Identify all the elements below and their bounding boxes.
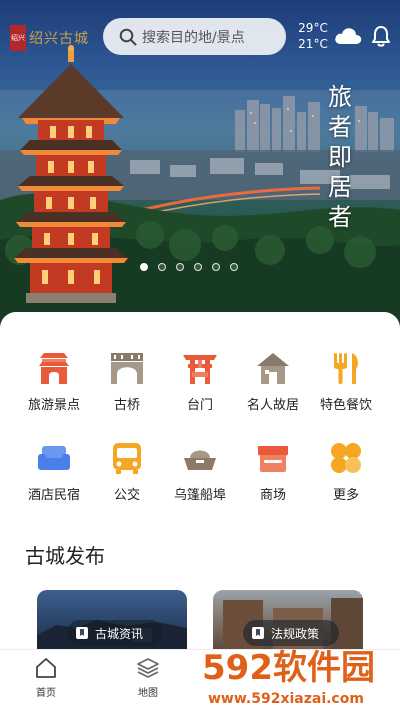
category-label: 古桥: [113, 398, 140, 413]
bookmark-icon: [76, 627, 88, 639]
search-bar[interactable]: 搜索目的地/景点: [103, 18, 286, 55]
carousel-dot[interactable]: [194, 263, 202, 271]
category-label: 旅游景点: [27, 398, 80, 413]
category-more[interactable]: 更多: [306, 440, 386, 510]
category-scenic-spots[interactable]: 旅游景点: [14, 350, 94, 420]
category-gates[interactable]: 台门: [160, 350, 240, 420]
news-badge: 古城资讯: [67, 620, 163, 646]
torii-gate-icon: [183, 355, 217, 384]
watermark-url: www.592xiazai.com: [208, 691, 364, 707]
bridge-icon: [111, 353, 143, 384]
site-watermark: 592软件园 www.592xiazai.com: [202, 648, 375, 707]
search-placeholder: 搜索目的地/景点: [142, 29, 245, 46]
logo-seal: 绍兴: [10, 25, 26, 51]
category-boat-pier[interactable]: 乌篷船埠: [160, 440, 240, 510]
weather-widget: 29°C 21°C: [293, 20, 333, 52]
search-icon: [119, 28, 137, 45]
category-bus[interactable]: 公交: [87, 440, 167, 510]
tagline-char: 居: [328, 173, 352, 201]
hero-tagline: 旅 者 即 居 者: [325, 82, 355, 232]
category-label: 商场: [259, 488, 286, 503]
category-hotels[interactable]: 酒店民宿: [14, 440, 94, 510]
category-label: 特色餐饮: [319, 398, 372, 413]
section-title: 古城发布: [25, 544, 105, 568]
more-icon: [331, 443, 361, 473]
tagline-char: 者: [328, 203, 352, 231]
category-label: 台门: [186, 398, 213, 413]
category-former-residences[interactable]: 名人故居: [233, 350, 313, 420]
category-mall[interactable]: 商场: [233, 440, 313, 510]
news-card-label: 古城资讯: [95, 626, 144, 641]
news-card-city-info[interactable]: 古城资讯: [37, 590, 187, 650]
tagline-char: 者: [328, 113, 352, 141]
nav-tab-map[interactable]: 地图: [118, 656, 178, 699]
tagline-char: 旅: [328, 83, 352, 111]
temperature-high: 29°C: [298, 21, 328, 35]
nav-label: 地图: [138, 688, 158, 699]
temperature-low: 21°C: [298, 37, 328, 51]
scenic-gate-icon: [39, 353, 69, 384]
sofa-icon: [38, 446, 70, 470]
category-label: 名人故居: [246, 398, 299, 413]
category-special-food[interactable]: 特色餐饮: [306, 350, 386, 420]
watermark-brand: 592软件园: [202, 648, 375, 688]
logo-seal-text: 绍兴: [11, 34, 25, 42]
category-bridges[interactable]: 古桥: [87, 350, 167, 420]
logo-text: 绍兴古城: [29, 31, 89, 47]
home-icon: [36, 658, 56, 678]
fork-knife-icon: [334, 353, 358, 384]
carousel-dot[interactable]: [176, 263, 184, 271]
carousel-dot-active[interactable]: [140, 263, 148, 271]
carousel-dot[interactable]: [212, 263, 220, 271]
carousel-indicator: [140, 263, 238, 271]
boat-icon: [184, 450, 216, 470]
category-label: 乌篷船埠: [173, 488, 226, 503]
shop-icon: [258, 446, 288, 472]
house-icon: [257, 353, 289, 384]
cloud-icon: [335, 28, 362, 44]
nav-tab-home[interactable]: 首页: [16, 656, 76, 699]
tagline-char: 即: [328, 143, 352, 171]
nav-label: 首页: [36, 688, 56, 699]
bell-icon[interactable]: [370, 24, 392, 48]
carousel-dot[interactable]: [230, 263, 238, 271]
map-layers-icon: [137, 658, 159, 678]
category-label: 更多: [332, 488, 359, 503]
bus-icon: [113, 443, 141, 474]
category-label: 公交: [113, 488, 140, 503]
app-logo: 绍兴 绍兴古城: [10, 24, 95, 52]
category-label: 酒店民宿: [27, 488, 80, 503]
carousel-dot[interactable]: [158, 263, 166, 271]
